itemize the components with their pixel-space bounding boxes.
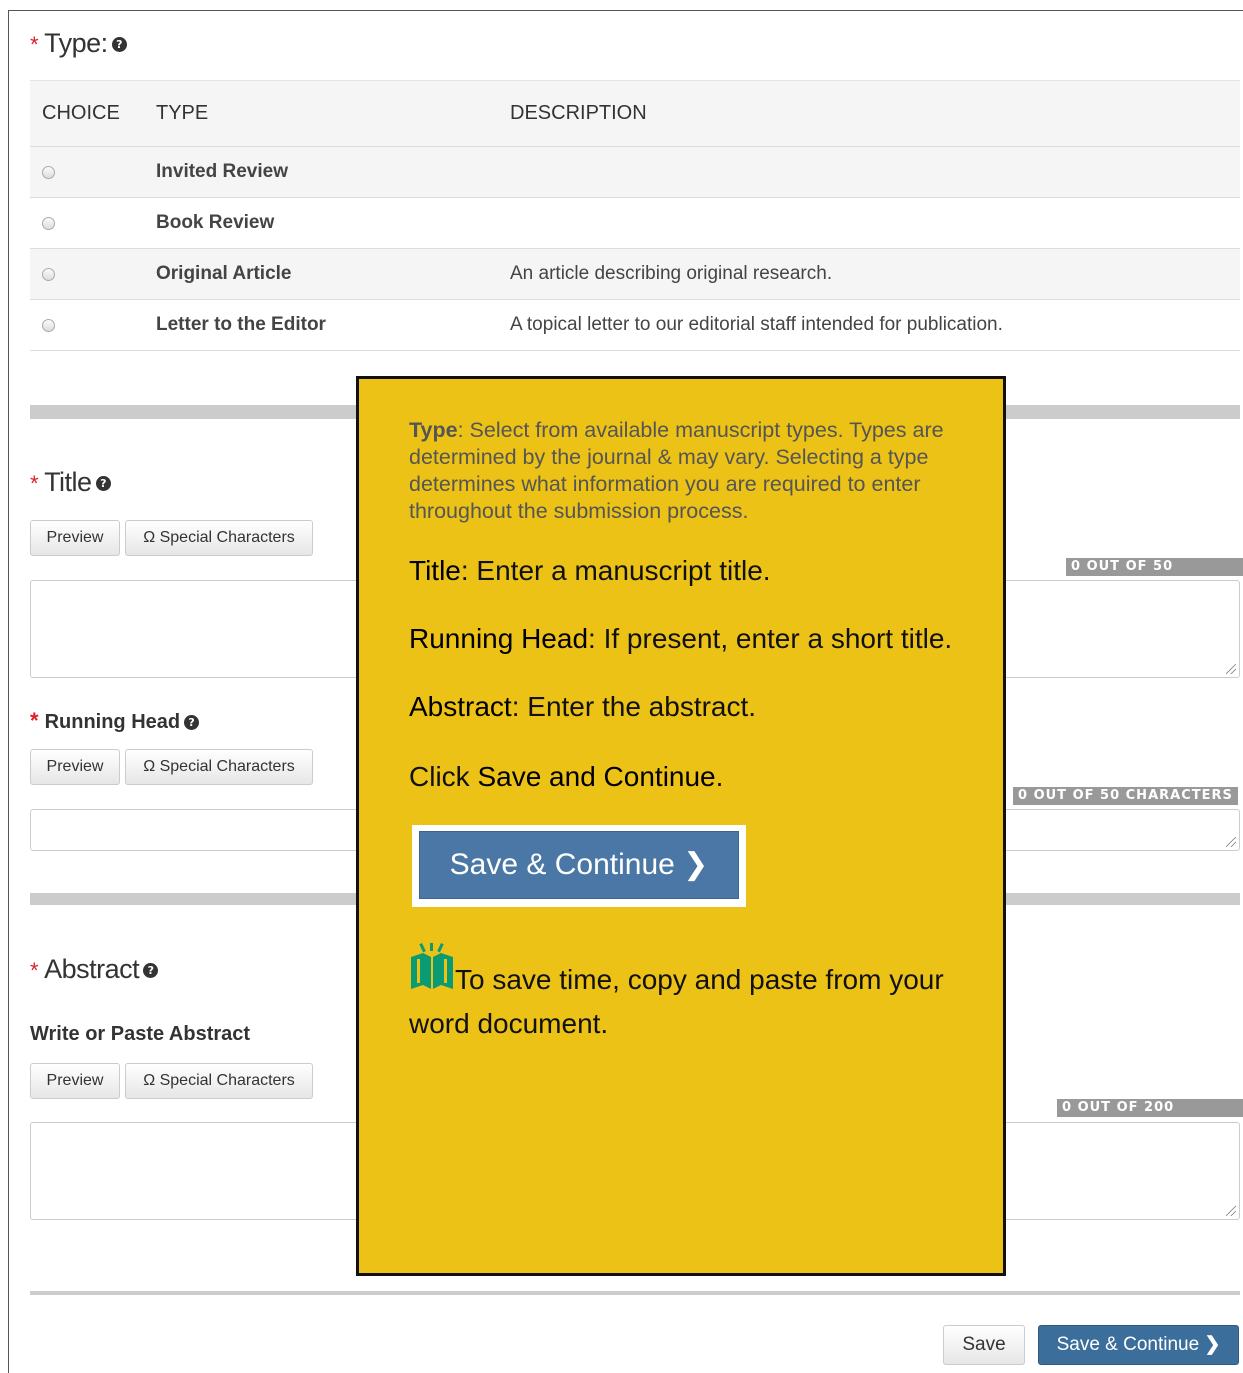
overlay-save-continue-button: Save & Continue ❯ [419,831,739,899]
resize-handle[interactable] [1226,664,1236,674]
help-icon[interactable]: ? [184,715,200,731]
required-marker: * [30,708,39,733]
required-marker: * [30,32,39,57]
running-head-preview-button[interactable]: Preview [30,749,120,785]
title-special-characters-button[interactable]: Ω Special Characters [125,520,313,556]
overlay-save-continue-label: Save & Continue [449,848,675,881]
title-preview-button[interactable]: Preview [30,520,120,556]
type-heading-label: Type: [44,28,108,58]
required-marker: * [30,471,39,496]
help-icon[interactable]: ? [143,963,159,979]
overlay-click-instruction: Click Save and Continue. [409,757,953,797]
type-table: CHOICE TYPE DESCRIPTION Invited Review B… [30,80,1240,351]
type-description: A topical letter to our editorial staff … [498,299,1240,351]
overlay-running-head-text: : If present, enter a short title. [588,623,953,654]
page-frame-top [8,10,1243,11]
overlay-running-head-help: Running Head: If present, enter a short … [409,619,953,659]
overlay-tip-text: To save time, copy and paste from your w… [409,964,944,1039]
help-icon[interactable]: ? [111,37,127,53]
overlay-running-head-term: Running Head [409,623,589,654]
page-frame-left [8,10,9,1373]
table-row: Original Article An article describing o… [30,248,1240,300]
section-divider [30,1291,1240,1295]
title-heading: * Title? [30,467,111,498]
overlay-title-text: : Enter a manuscript title. [460,555,771,586]
overlay-abstract-help: Abstract: Enter the abstract. [409,687,953,727]
table-row: Book Review [30,197,1240,249]
overlay-abstract-term: Abstract [409,691,512,722]
type-heading: * Type:? [30,28,127,59]
abstract-word-counter: 0 OUT OF 200 WORDS [1057,1099,1243,1131]
help-icon[interactable]: ? [95,476,111,492]
abstract-heading: * Abstract? [30,954,159,985]
title-word-counter: 0 OUT OF 50 WORDS [1066,558,1243,590]
type-radio-original-article[interactable] [42,267,55,281]
type-radio-invited-review[interactable] [42,165,55,179]
type-name: Book Review [144,197,498,249]
overlay-button-frame: Save & Continue ❯ [412,825,746,907]
type-description [498,197,1240,249]
abstract-preview-button[interactable]: Preview [30,1063,120,1099]
overlay-click-suffix: . [715,761,724,792]
running-head-character-counter: 0 OUT OF 50 CHARACTERS [1013,787,1238,805]
type-radio-book-review[interactable] [42,216,55,230]
overlay-title-term: Title [409,555,461,586]
abstract-subheading: Write or Paste Abstract [30,1023,251,1045]
running-head-heading: * Running Head? [30,708,200,734]
abstract-special-characters-button[interactable]: Ω Special Characters [125,1063,313,1099]
overlay-type-text: : Select from available manuscript types… [409,418,944,523]
overlay-type-help: Type: Select from available manuscript t… [409,417,953,525]
save-continue-button[interactable]: Save & Continue ❯ [1038,1325,1239,1365]
overlay-abstract-text: : Enter the abstract. [511,691,757,722]
type-name: Invited Review [144,146,498,198]
save-continue-label: Save & Continue [1056,1334,1200,1355]
chevron-right-icon: ❯ [683,848,709,881]
save-button[interactable]: Save [943,1325,1025,1365]
running-head-heading-label: Running Head [44,711,181,733]
required-marker: * [30,958,39,983]
type-name: Letter to the Editor [144,299,498,351]
chevron-right-icon: ❯ [1204,1334,1221,1355]
type-description: An article describing original research. [498,248,1240,300]
running-head-special-characters-button[interactable]: Ω Special Characters [125,749,313,785]
column-header-choice: CHOICE [30,80,144,147]
abstract-heading-label: Abstract [44,954,140,984]
overlay-click-term: Save and Continue [477,761,716,792]
resize-handle[interactable] [1226,837,1236,847]
title-heading-label: Title [44,467,92,497]
help-overlay: Type: Select from available manuscript t… [356,376,1006,1276]
column-header-description: DESCRIPTION [498,80,1240,147]
table-row: Invited Review [30,146,1240,198]
table-row: Letter to the Editor A topical letter to… [30,299,1240,351]
type-radio-letter-to-editor[interactable] [42,318,55,332]
overlay-click-prefix: Click [409,761,478,792]
overlay-title-help: Title: Enter a manuscript title. [409,551,953,591]
type-table-header: CHOICE TYPE DESCRIPTION [30,80,1240,147]
type-name: Original Article [144,248,498,300]
overlay-type-term: Type [409,418,458,442]
overlay-tip: To save time, copy and paste from your w… [409,942,953,1044]
type-description [498,146,1240,198]
book-icon [409,942,455,1004]
resize-handle[interactable] [1226,1206,1236,1216]
column-header-type: TYPE [144,80,498,147]
